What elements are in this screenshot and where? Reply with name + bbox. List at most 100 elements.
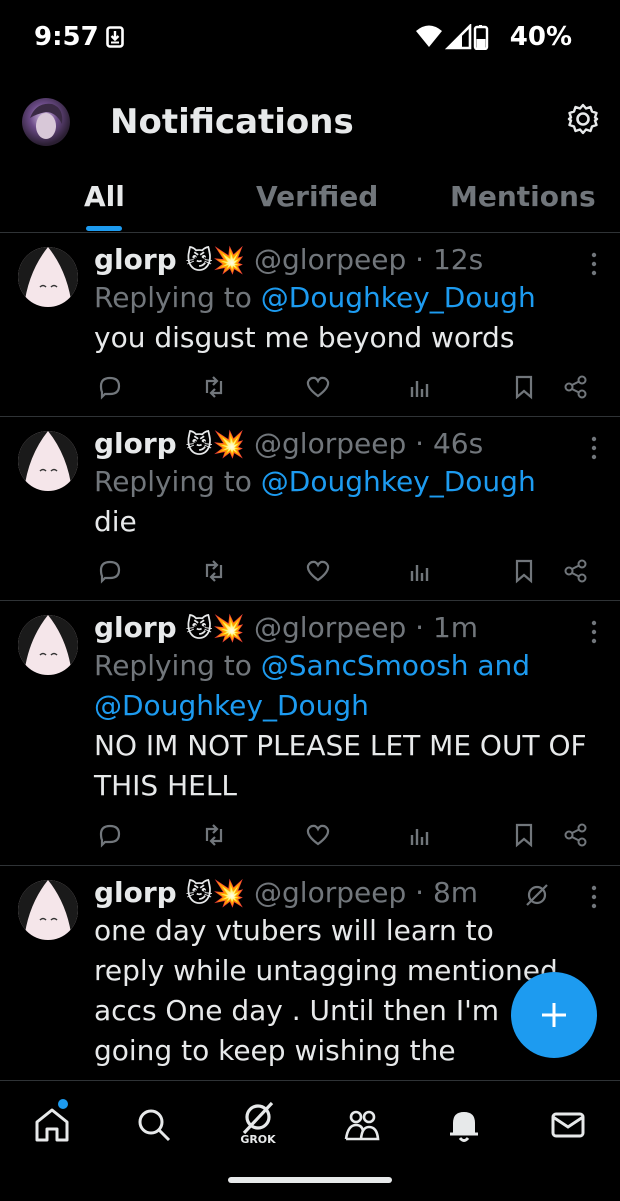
avatar-image xyxy=(18,615,78,675)
avatar[interactable] xyxy=(18,880,78,940)
bookmark-icon[interactable] xyxy=(510,373,538,401)
bell-icon[interactable] xyxy=(444,1105,484,1145)
post-time: 8m xyxy=(432,876,479,909)
communities-icon[interactable] xyxy=(342,1105,382,1145)
author-name[interactable]: glorp xyxy=(94,427,177,460)
battery-percent: 40% xyxy=(509,22,572,52)
post-header: glorp 😼💥 @glorpeep · 1m xyxy=(94,611,600,646)
share-icon[interactable] xyxy=(562,373,590,401)
more-icon[interactable] xyxy=(590,884,598,910)
gesture-bar xyxy=(228,1177,392,1183)
views-icon[interactable] xyxy=(406,373,434,401)
separator-dot: · xyxy=(406,427,433,460)
post-text: NO IM NOT PLEASE LET ME OUT OF THIS HELL xyxy=(94,729,587,802)
like-icon[interactable] xyxy=(304,557,332,585)
repost-icon[interactable] xyxy=(200,373,228,401)
author-name[interactable]: glorp xyxy=(94,876,177,909)
more-icon[interactable] xyxy=(590,435,598,461)
grok-label: GROK xyxy=(240,1133,276,1146)
avatar-image xyxy=(18,247,78,307)
reply-icon[interactable] xyxy=(96,821,124,849)
share-icon[interactable] xyxy=(562,821,590,849)
download-status-icon xyxy=(106,26,124,48)
gear-icon[interactable] xyxy=(566,102,600,136)
post-header: glorp 😼💥 @glorpeep · 46s xyxy=(94,427,600,462)
bookmark-icon[interactable] xyxy=(510,557,538,585)
header: Notifications xyxy=(0,88,620,158)
author-emoji: 😼💥 xyxy=(185,430,246,460)
views-icon[interactable] xyxy=(406,557,434,585)
reply-prefix: Replying to xyxy=(94,281,252,314)
separator-dot: · xyxy=(406,611,433,644)
like-icon[interactable] xyxy=(304,373,332,401)
status-bar: 9:57 40% xyxy=(0,0,620,80)
more-icon[interactable] xyxy=(590,251,598,277)
author-handle[interactable]: @glorpeep xyxy=(254,876,406,909)
page-title: Notifications xyxy=(110,102,354,142)
avatar[interactable] xyxy=(18,615,78,675)
avatar[interactable] xyxy=(18,247,78,307)
reply-prefix: Replying to xyxy=(94,649,252,682)
reply-icon[interactable] xyxy=(96,557,124,585)
active-tab-indicator xyxy=(86,226,122,231)
mention-link[interactable]: @SancSmoosh and xyxy=(261,649,530,682)
separator-dot: · xyxy=(406,243,433,276)
tab-mentions[interactable]: Mentions xyxy=(450,180,596,213)
post[interactable]: glorp 😼💥 @glorpeep · 46s Replying to @Do… xyxy=(0,417,620,601)
profile-avatar[interactable] xyxy=(22,98,70,146)
post[interactable]: glorp 😼💥 @glorpeep · 12s Replying to @Do… xyxy=(0,233,620,417)
author-handle[interactable]: @glorpeep xyxy=(254,611,406,644)
battery-icon xyxy=(473,25,489,50)
author-emoji: 😼💥 xyxy=(185,879,246,909)
home-icon[interactable] xyxy=(32,1105,72,1145)
bookmark-icon[interactable] xyxy=(510,821,538,849)
mention-link[interactable]: @Doughkey_Dough xyxy=(261,281,536,314)
avatar-image xyxy=(18,431,78,491)
reply-context: Replying to @Doughkey_Dough xyxy=(94,462,600,502)
wifi-icon xyxy=(416,25,442,47)
reply-context-line2: @Doughkey_Dough xyxy=(94,686,600,726)
author-handle[interactable]: @glorpeep xyxy=(254,243,406,276)
status-time: 9:57 xyxy=(34,22,99,52)
tab-all[interactable]: All xyxy=(84,180,125,213)
search-icon[interactable] xyxy=(134,1105,174,1145)
author-name[interactable]: glorp xyxy=(94,611,177,644)
post-text: die xyxy=(94,505,137,538)
post-header: glorp 😼💥 @glorpeep · 12s xyxy=(94,243,600,278)
compose-button[interactable] xyxy=(511,972,597,1058)
mention-link[interactable]: @Doughkey_Dough xyxy=(261,465,536,498)
author-name[interactable]: glorp xyxy=(94,243,177,276)
avatar[interactable] xyxy=(18,431,78,491)
author-emoji: 😼💥 xyxy=(185,246,246,276)
post-actions xyxy=(94,821,604,851)
author-emoji: 😼💥 xyxy=(185,614,246,644)
reply-icon[interactable] xyxy=(96,373,124,401)
signal-icon xyxy=(444,24,472,50)
post-text: one day vtubers will learn to reply whil… xyxy=(94,914,558,1079)
post-time: 12s xyxy=(432,243,484,276)
bottom-nav: GROK xyxy=(0,1080,620,1201)
repost-icon[interactable] xyxy=(200,821,228,849)
avatar-image xyxy=(30,103,63,139)
tab-bar: All Verified Mentions xyxy=(0,168,620,233)
tab-verified[interactable]: Verified xyxy=(256,180,378,213)
post-time: 46s xyxy=(432,427,484,460)
post-actions xyxy=(94,373,604,403)
reply-prefix: Replying to xyxy=(94,465,252,498)
post-header: glorp 😼💥 @glorpeep · 8m xyxy=(94,876,550,911)
reply-context: Replying to @SancSmoosh and xyxy=(94,646,600,686)
post-time: 1m xyxy=(432,611,479,644)
author-handle[interactable]: @glorpeep xyxy=(254,427,406,460)
mail-icon[interactable] xyxy=(548,1105,588,1145)
reply-context: Replying to @Doughkey_Dough xyxy=(94,278,600,318)
repost-icon[interactable] xyxy=(200,557,228,585)
share-icon[interactable] xyxy=(562,557,590,585)
mention-link[interactable]: @Doughkey_Dough xyxy=(94,689,369,722)
more-icon[interactable] xyxy=(590,619,598,645)
avatar-image xyxy=(18,880,78,940)
post[interactable]: glorp 😼💥 @glorpeep · 1m Replying to @San… xyxy=(0,601,620,866)
like-icon[interactable] xyxy=(304,821,332,849)
views-icon[interactable] xyxy=(406,821,434,849)
grok-icon[interactable] xyxy=(524,882,550,908)
separator-dot: · xyxy=(406,876,433,909)
